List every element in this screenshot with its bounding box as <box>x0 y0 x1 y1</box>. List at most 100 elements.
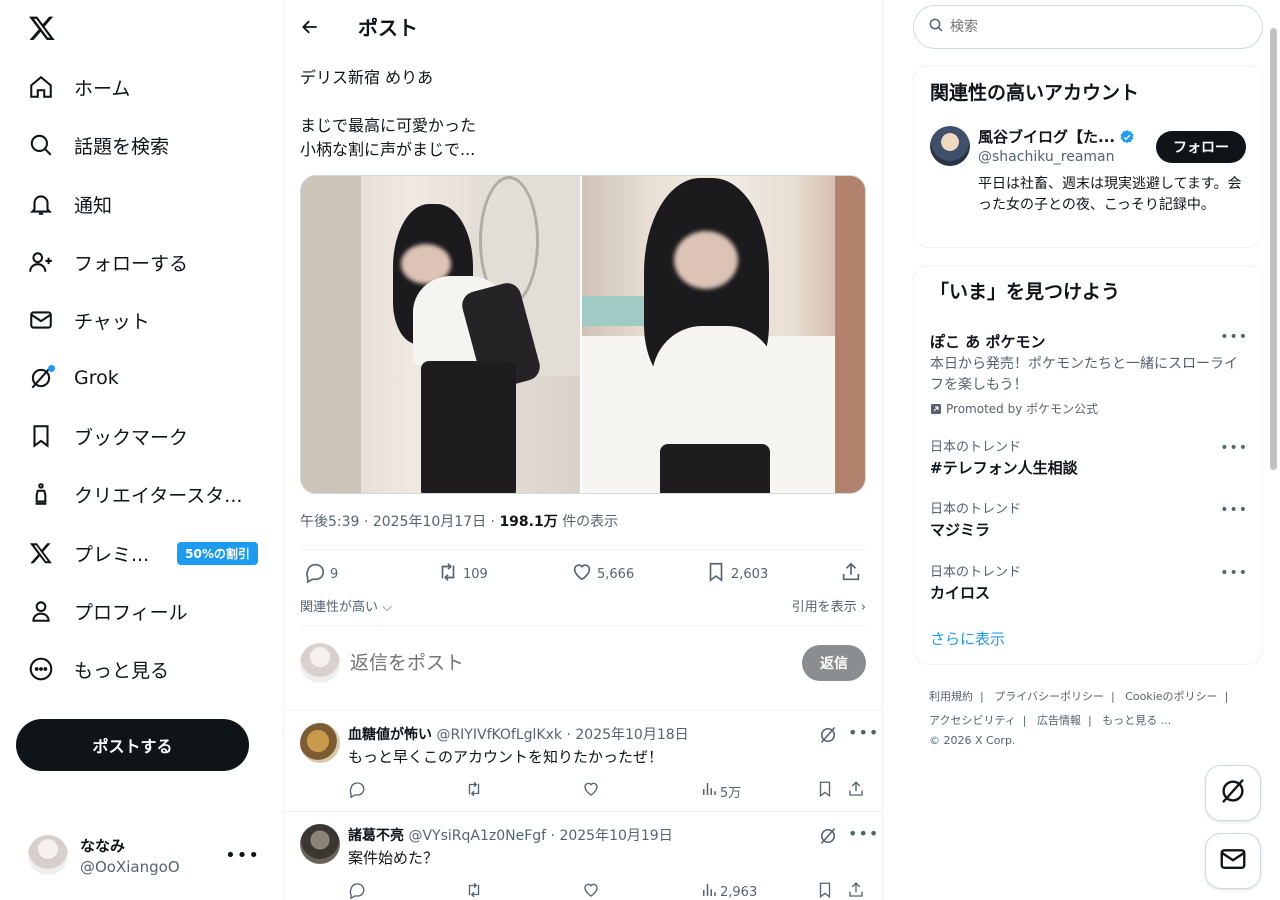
nav-chat[interactable]: チャット <box>16 295 162 345</box>
heart-icon[interactable] <box>582 881 600 899</box>
footer-link[interactable]: 利用規約 <box>929 690 973 703</box>
suggested-account-name[interactable]: 風谷ブイログ【た... <box>978 126 1135 147</box>
more-horizontal-icon[interactable]: ••• <box>848 824 879 843</box>
reply-icon[interactable] <box>348 780 366 798</box>
show-more-link[interactable]: さらに表示 <box>930 628 1005 649</box>
grok-icon[interactable] <box>818 725 838 749</box>
grok-icon <box>1218 776 1248 810</box>
search-input[interactable] <box>950 19 1230 35</box>
post-date[interactable]: 2025年10月17日 <box>373 514 486 530</box>
views-action[interactable]: 5万 <box>700 780 741 802</box>
repost-icon[interactable] <box>465 780 483 798</box>
trend-item[interactable]: 日本のトレンド カイロス ••• <box>930 561 1248 603</box>
trend-item[interactable]: 日本のトレンド #テレフォン人生相談 ••• <box>930 436 1248 478</box>
reply-author-handle[interactable]: @RIYIVfKOfLglKxk <box>436 727 562 743</box>
avatar[interactable] <box>300 824 340 864</box>
messages-floating-button[interactable] <box>1205 833 1261 889</box>
main-column: ポスト デリス新宿 めりあ まじで最高に可愛かった 小柄な割に声がまじで... … <box>284 0 883 900</box>
more-horizontal-icon[interactable]: ••• <box>1220 565 1248 581</box>
reply-item[interactable]: 諸葛不亮 @VYsiRqA1z0NeFgf · 2025年10月19日 案件始め… <box>284 812 882 900</box>
nav-creator-studio[interactable]: クリエイタースタ... <box>16 469 254 519</box>
nav-notifications[interactable]: 通知 <box>16 179 124 229</box>
trend-name: カイロス <box>930 584 991 602</box>
nav-premium[interactable]: プレミ... 50%の割引 <box>16 528 270 578</box>
nav-grok[interactable]: Grok <box>16 353 131 403</box>
views-action[interactable]: 2,963 <box>700 881 757 900</box>
avatar[interactable] <box>300 723 340 763</box>
footer-link[interactable]: 広告情報 <box>1037 714 1081 727</box>
x-logo-icon[interactable] <box>28 14 56 42</box>
nav-home[interactable]: ホーム <box>16 62 142 112</box>
chevron-right-icon: › <box>856 600 866 615</box>
heart-icon[interactable] <box>582 780 600 798</box>
trend-context: 日本のトレンド <box>930 502 1022 517</box>
reply-actions: 5万 <box>348 780 868 802</box>
more-horizontal-icon[interactable]: ••• <box>225 845 260 866</box>
suggested-account-handle[interactable]: @shachiku_reaman <box>978 149 1115 165</box>
share-icon[interactable] <box>847 780 865 798</box>
trend-item[interactable]: 日本のトレンド マジミラ ••• <box>930 498 1248 540</box>
footer-link[interactable]: もっと見る ... <box>1102 714 1171 727</box>
reply-item[interactable]: 血糖値が怖い @RIYIVfKOfLglKxk · 2025年10月18日 もっ… <box>284 711 882 811</box>
nav-label: ホーム <box>74 77 131 100</box>
back-arrow-icon[interactable] <box>298 15 322 39</box>
share-action[interactable] <box>840 561 862 587</box>
trend-item[interactable]: ぽこ あ ポケモン 本日から発売！ポケモンたちと一緒にスローライフを楽しもう！ … <box>930 329 1248 417</box>
bookmark-action[interactable]: 2,603 <box>705 561 768 587</box>
nav-label: クリエイタースタ... <box>74 484 243 507</box>
sort-dropdown[interactable]: 関連性が高い ⌵ <box>300 596 392 616</box>
view-count: 198.1万 <box>499 514 558 530</box>
grok-icon[interactable] <box>818 826 838 850</box>
reply-date[interactable]: 2025年10月18日 <box>575 727 688 743</box>
post-media[interactable] <box>300 175 866 494</box>
account-switcher[interactable]: ななみ @OoXiangoO ••• <box>16 826 272 884</box>
nav-explore[interactable]: 話題を検索 <box>16 120 181 170</box>
more-horizontal-icon[interactable]: ••• <box>1220 440 1248 456</box>
nav-profile[interactable]: プロフィール <box>16 586 200 636</box>
bookmark-icon[interactable] <box>816 881 834 899</box>
copyright: © 2026 X Corp. <box>929 734 1016 747</box>
repost-icon[interactable] <box>465 881 483 899</box>
reply-date[interactable]: 2025年10月19日 <box>559 828 672 844</box>
reply-author-name[interactable]: 諸葛不亮 <box>348 828 404 844</box>
footer-link[interactable]: プライバシーポリシー <box>994 690 1104 703</box>
like-action[interactable]: 5,666 <box>571 561 634 587</box>
reply-author-handle[interactable]: @VYsiRqA1z0NeFgf <box>408 828 546 844</box>
reply-author-name[interactable]: 血糖値が怖い <box>348 727 432 743</box>
share-icon <box>840 561 862 587</box>
scrollbar[interactable] <box>1270 28 1277 470</box>
nav-more[interactable]: もっと見る <box>16 644 181 694</box>
repost-action[interactable]: 109 <box>437 561 488 587</box>
bookmark-icon[interactable] <box>816 780 834 798</box>
footer-link[interactable]: Cookieのポリシー <box>1125 690 1217 703</box>
avatar[interactable] <box>930 126 970 166</box>
post-button[interactable]: ポストする <box>16 719 249 771</box>
more-horizontal-icon[interactable]: ••• <box>1220 329 1248 345</box>
grok-floating-button[interactable] <box>1205 765 1261 821</box>
right-sidebar: 関連性の高いアカウント 風谷ブイログ【た... @shachiku_reaman… <box>883 0 1280 900</box>
reply-button[interactable]: 返信 <box>802 645 866 681</box>
more-horizontal-icon[interactable]: ••• <box>1220 502 1248 518</box>
more-horizontal-icon[interactable]: ••• <box>848 723 879 742</box>
search-box[interactable] <box>913 5 1263 49</box>
trend-description: 本日から発売！ポケモンたちと一緒にスローライフを楽しもう！ <box>930 356 1238 393</box>
nav-bookmarks[interactable]: ブックマーク <box>16 411 200 461</box>
reply-input[interactable] <box>350 652 802 674</box>
discount-badge: 50%の割引 <box>177 541 258 565</box>
follow-button[interactable]: フォロー <box>1156 131 1246 163</box>
post-meta: 午後5:39 · 2025年10月17日 · 198.1万 件の表示 <box>300 514 619 530</box>
reply-icon[interactable] <box>348 881 366 899</box>
share-icon[interactable] <box>847 881 865 899</box>
reply-action[interactable]: 9 <box>304 561 338 587</box>
view-quotes-link[interactable]: 引用を表示 › <box>792 596 866 616</box>
post-photo-2[interactable] <box>582 176 865 493</box>
reply-header: 血糖値が怖い @RIYIVfKOfLglKxk · 2025年10月18日 <box>348 727 689 743</box>
post-photo-1[interactable] <box>301 176 582 493</box>
grok-icon <box>28 365 55 391</box>
nav-follow[interactable]: フォローする <box>16 237 200 287</box>
post-time[interactable]: 午後5:39 <box>300 514 359 530</box>
nav-label: 通知 <box>74 194 113 217</box>
nav-label: チャット <box>74 310 150 333</box>
footer-link[interactable]: アクセシビリティ <box>929 714 1016 727</box>
mail-icon <box>1218 844 1248 878</box>
